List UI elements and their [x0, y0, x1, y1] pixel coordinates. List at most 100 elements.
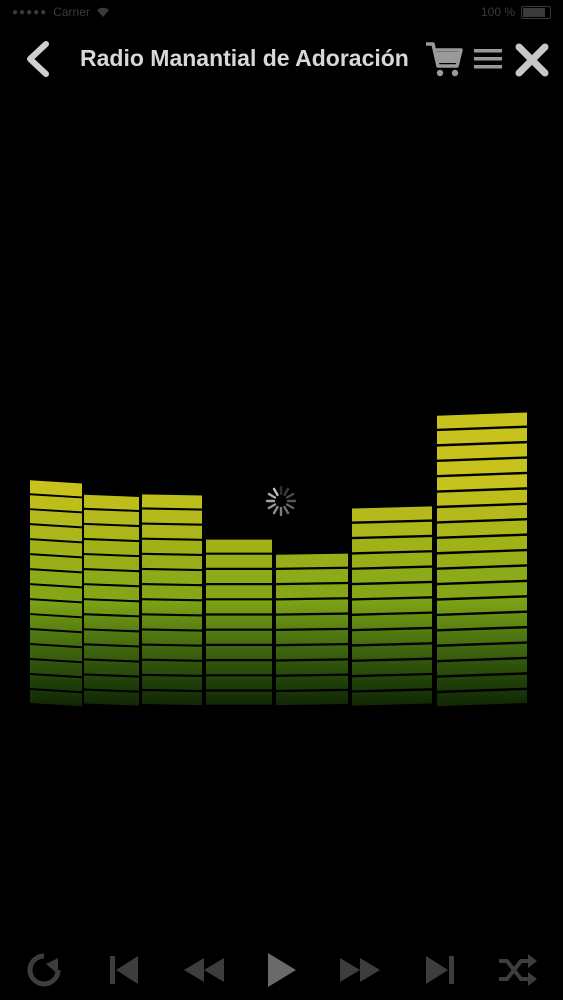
equalizer-segment — [142, 554, 202, 569]
equalizer-segment — [352, 567, 432, 583]
equalizer-segment — [437, 674, 527, 691]
shuffle-icon — [499, 954, 537, 986]
equalizer-segment — [352, 552, 432, 568]
equalizer-segment — [276, 568, 348, 583]
spinner-spoke — [285, 492, 295, 499]
equalizer-segment — [30, 480, 82, 497]
battery-icon — [521, 5, 551, 19]
equalizer-segment — [30, 540, 82, 557]
equalizer-segment — [84, 660, 139, 676]
equalizer-segment — [30, 585, 82, 602]
status-bar: ●●●●● Carrier 100 % — [0, 0, 563, 24]
equalizer-segment — [206, 615, 272, 629]
equalizer-segment — [437, 659, 527, 676]
equalizer-segment — [30, 600, 82, 617]
equalizer-segment — [84, 600, 139, 616]
status-right: 100 % — [481, 5, 551, 19]
equalizer-segment — [276, 584, 348, 599]
header-bar: Radio Manantial de Adoración — [0, 28, 563, 90]
equalizer-segment — [84, 675, 139, 691]
equalizer-segment — [142, 630, 202, 645]
equalizer-segment — [84, 494, 139, 510]
equalizer-segment — [276, 553, 348, 568]
equalizer-segment — [206, 691, 272, 705]
equalizer-segment — [352, 659, 432, 675]
equalizer-segment — [352, 690, 432, 706]
equalizer-segment — [437, 582, 527, 599]
cart-button[interactable] — [424, 40, 464, 78]
equalizer-segment — [206, 554, 272, 568]
spinner-spoke — [267, 492, 277, 499]
next-button[interactable] — [418, 948, 462, 992]
equalizer-segment — [437, 412, 527, 429]
cart-icon — [426, 42, 463, 77]
spinner-spoke — [285, 503, 295, 510]
spinner-spoke — [283, 505, 290, 515]
previous-button[interactable] — [102, 948, 146, 992]
equalizer-segment — [142, 524, 202, 539]
equalizer-segment — [437, 628, 527, 645]
equalizer-segment — [142, 570, 202, 585]
equalizer-segment — [84, 539, 139, 556]
equalizer-segment — [437, 535, 527, 553]
spinner-spoke — [272, 505, 279, 515]
equalizer-segment — [437, 689, 527, 707]
equalizer-segment — [352, 613, 432, 629]
equalizer-segment — [206, 661, 272, 675]
spinner-spoke — [267, 503, 277, 510]
equalizer-segment — [142, 615, 202, 630]
equalizer-segment — [437, 551, 527, 568]
equalizer-segment — [437, 489, 527, 506]
equalizer-segment — [142, 675, 202, 691]
equalizer-segment — [84, 615, 139, 631]
equalizer-segment — [437, 643, 527, 660]
back-chevron-icon — [27, 41, 49, 77]
equalizer-segment — [276, 614, 348, 629]
equalizer-segment — [30, 645, 82, 662]
shuffle-button[interactable] — [496, 948, 540, 992]
equalizer-segment — [352, 537, 432, 553]
page-title: Radio Manantial de Adoración — [80, 45, 409, 71]
equalizer-segment — [142, 691, 202, 706]
equalizer-segment — [276, 691, 348, 706]
equalizer-segment — [437, 597, 527, 614]
equalizer-segment — [276, 645, 348, 660]
equalizer-segment — [206, 570, 272, 583]
equalizer-segment — [84, 570, 139, 586]
menu-button[interactable] — [472, 44, 504, 74]
rewind-button[interactable] — [182, 948, 226, 992]
back-button[interactable] — [22, 38, 54, 80]
equalizer-segment — [437, 458, 527, 475]
equalizer-segment — [30, 630, 82, 647]
equalizer-segment — [30, 570, 82, 587]
fast-forward-button[interactable] — [338, 948, 382, 992]
signal-strength-icon: ●●●●● — [12, 6, 48, 18]
spinner-spoke — [272, 487, 279, 497]
equalizer-segment — [437, 443, 527, 460]
equalizer-segment — [276, 599, 348, 614]
play-button[interactable] — [258, 948, 302, 992]
play-icon — [268, 953, 296, 987]
equalizer-segment — [437, 474, 527, 491]
equalizer-segment — [30, 674, 82, 692]
repeat-icon — [27, 953, 61, 987]
status-left: ●●●●● Carrier — [12, 5, 110, 19]
repeat-button[interactable] — [22, 948, 66, 992]
equalizer-segment — [206, 630, 272, 644]
equalizer-segment — [437, 566, 527, 583]
equalizer-segment — [276, 660, 348, 675]
close-button[interactable] — [514, 42, 550, 78]
equalizer-segment — [84, 585, 139, 601]
rewind-icon — [184, 958, 224, 982]
equalizer-segment — [84, 555, 139, 571]
menu-icon — [474, 49, 502, 69]
equalizer-segment — [142, 509, 202, 524]
equalizer-segment — [352, 598, 432, 614]
wifi-icon — [96, 7, 109, 17]
equalizer-segment — [142, 585, 202, 600]
equalizer-segment — [142, 494, 202, 509]
loading-spinner-icon — [265, 485, 297, 517]
equalizer-segment — [84, 690, 139, 706]
equalizer-segment — [84, 509, 139, 526]
skip-next-icon — [426, 956, 454, 984]
